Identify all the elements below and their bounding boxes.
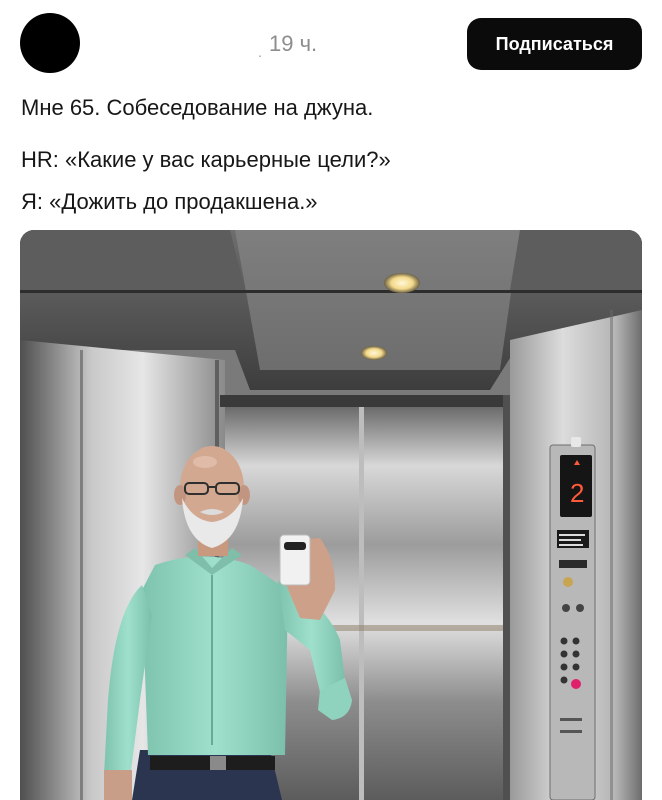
separator-dot: . [258,44,262,60]
post-time: 19 ч. [269,31,318,56]
author-avatar[interactable] [20,13,80,73]
floor-display: 2 [570,478,584,508]
post-text-line-1: Мне 65. Собеседование на джуна. [21,95,374,120]
elevator-selfie-image: 2 [20,230,642,800]
post-text-line-2: HR: «Какие у вас карьерные цели?» [21,147,391,172]
subscribe-button[interactable]: Подписаться [467,18,642,70]
post-photo[interactable]: 2 [20,230,642,800]
post-header: . 19 ч. Подписаться [0,0,662,80]
post-text-line-3: Я: «Дожить до продакшена.» [21,189,318,214]
